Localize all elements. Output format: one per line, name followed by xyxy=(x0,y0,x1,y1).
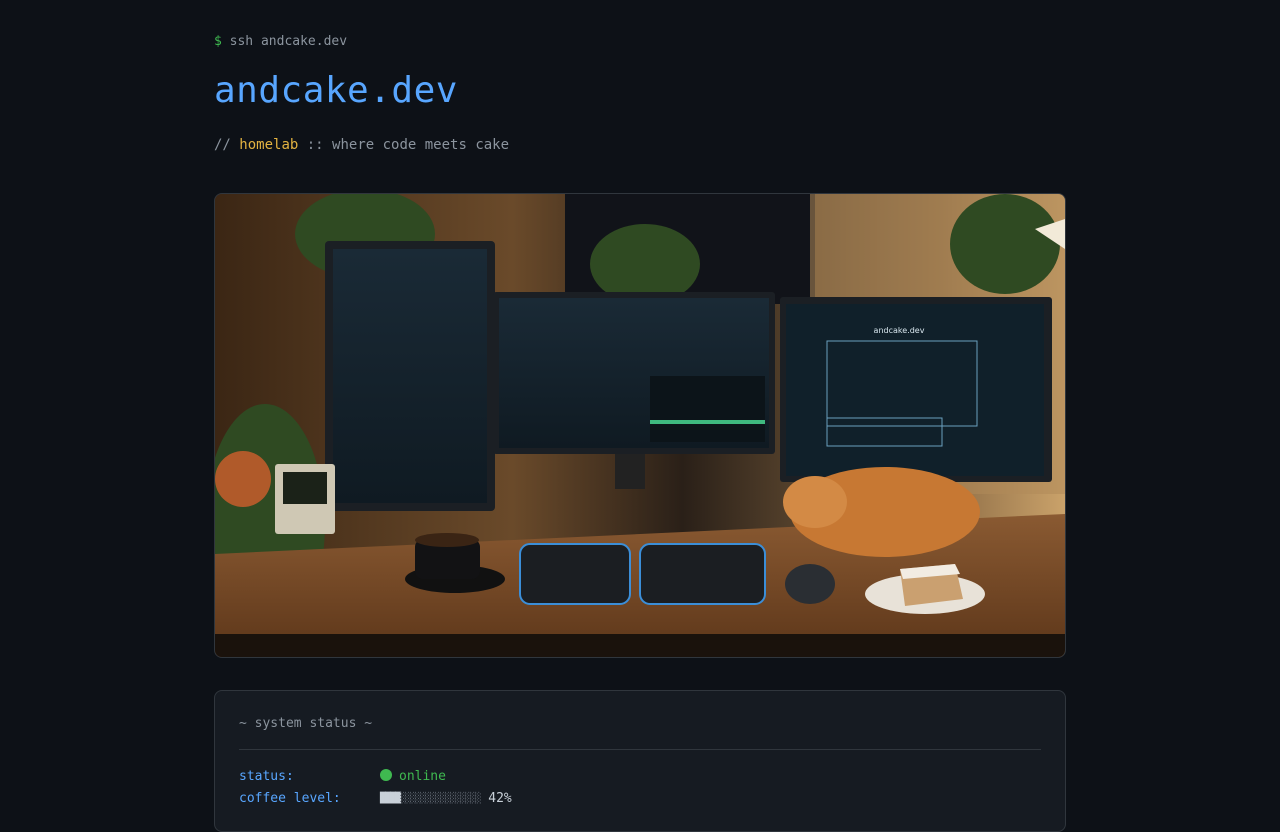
screen-title: andcake.dev xyxy=(874,326,925,335)
shell-prompt: $ ssh andcake.dev xyxy=(214,34,347,49)
prompt-command: ssh andcake.dev xyxy=(229,34,348,49)
coffee-level-bar: ████░░░░░░░░░░░░░░░░ xyxy=(380,793,481,804)
prompt-symbol: $ xyxy=(214,34,222,49)
coffee-key: coffee level: xyxy=(239,791,341,806)
status-row-online: status: online xyxy=(239,769,446,784)
left-monitor xyxy=(325,241,495,511)
page-title: andcake.dev xyxy=(214,70,458,111)
hero-photo: andcake.dev xyxy=(214,193,1066,658)
status-value: online xyxy=(399,769,446,784)
right-monitor: andcake.dev xyxy=(780,297,1052,482)
keyboard xyxy=(519,543,766,605)
divider xyxy=(239,749,1041,750)
status-key: status: xyxy=(239,769,294,784)
mouse xyxy=(785,564,835,604)
system-status-card: ~ system status ~ status: online coffee l… xyxy=(214,690,1066,832)
status-row-coffee: coffee level: ████░░░░░░░░░░░░░░░░ 42% xyxy=(239,791,512,806)
status-card-heading: ~ system status ~ xyxy=(239,716,373,731)
tagline-prefix: // xyxy=(214,137,231,153)
hero-photo-illustration: andcake.dev xyxy=(215,194,1065,657)
tagline-rest: :: where code meets cake xyxy=(306,137,510,153)
coffee-value: 42% xyxy=(488,791,512,806)
status-dot-icon xyxy=(380,769,392,781)
tagline-highlight: homelab xyxy=(239,137,299,153)
plant-pot xyxy=(215,451,271,507)
tagline: // homelab :: where code meets cake xyxy=(214,137,509,153)
